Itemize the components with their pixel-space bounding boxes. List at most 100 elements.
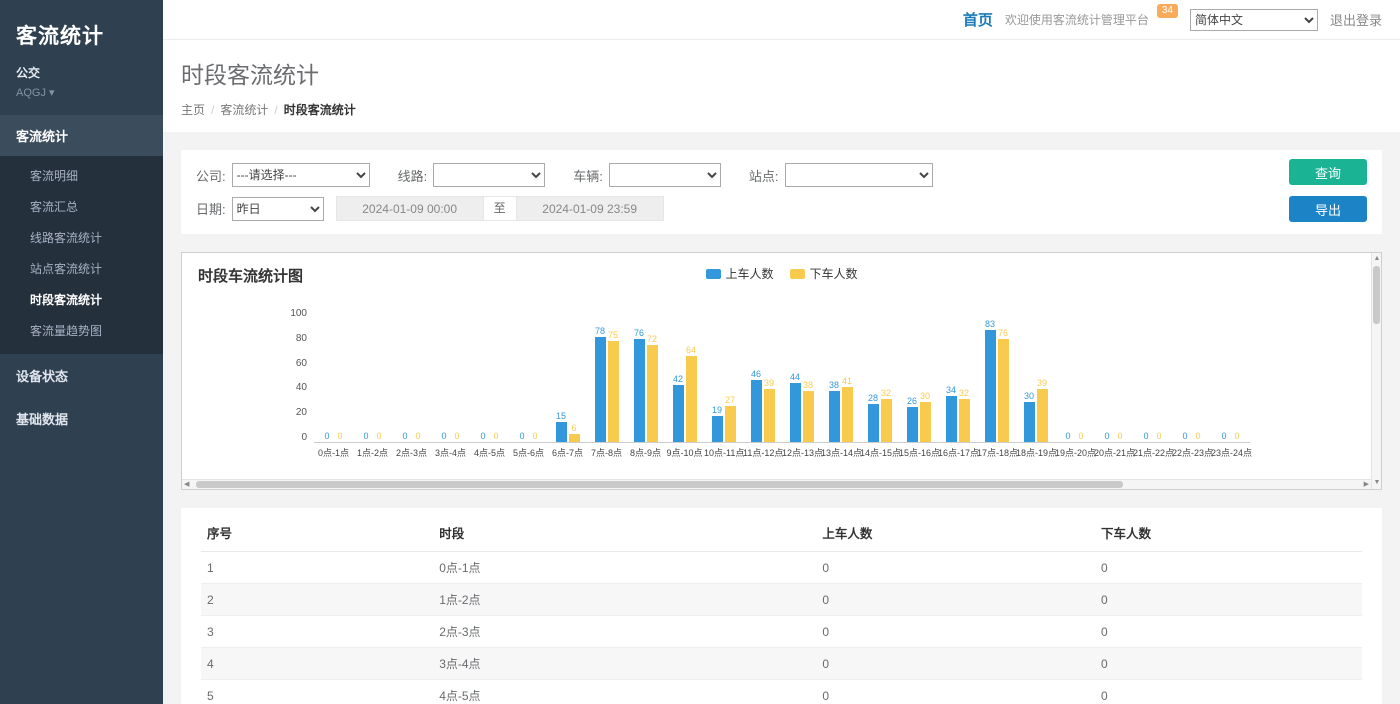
org-code-dropdown[interactable]: AQGJ ▾ xyxy=(16,86,147,99)
bar-group: 4264 xyxy=(665,307,704,442)
bar-value-label: 0 xyxy=(441,431,446,442)
sidebar: 客流统计 公交 AQGJ ▾ 客流统计 客流明细 客流汇总 线路客流统计 站点客… xyxy=(0,0,163,704)
x-axis-label: 19点-20点 xyxy=(1055,446,1094,459)
bar xyxy=(920,402,931,443)
table-header-cell: 下车人数 xyxy=(1095,514,1362,552)
bar-column: 0 xyxy=(1063,431,1074,442)
vertical-scroll-thumb[interactable] xyxy=(1373,266,1380,324)
table-cell: 0 xyxy=(1095,552,1362,584)
bar-value-label: 39 xyxy=(764,378,774,389)
sidebar-item-trend-chart[interactable]: 客流量趋势图 xyxy=(0,315,163,346)
home-link[interactable]: 首页 xyxy=(963,9,993,30)
breadcrumb-parent[interactable]: 客流统计 xyxy=(220,103,268,117)
table-header-row: 序号时段上车人数下车人数 xyxy=(201,514,1362,552)
bar-value-label: 6 xyxy=(571,423,576,434)
x-axis-label: 0点-1点 xyxy=(314,446,353,459)
export-button[interactable]: 导出 xyxy=(1289,196,1367,222)
y-axis-label: 80 xyxy=(296,333,307,344)
y-axis: 100806040200 xyxy=(278,308,314,443)
bar-value-label: 28 xyxy=(868,393,878,404)
horizontal-scroll-thumb[interactable] xyxy=(196,481,1123,488)
sidebar-item-flow-detail[interactable]: 客流明细 xyxy=(0,160,163,191)
table-cell: 0 xyxy=(1095,680,1362,704)
bar-group: 00 xyxy=(1133,307,1172,442)
table-cell: 1点-2点 xyxy=(433,584,816,616)
passenger-stats-submenu: 客流明细 客流汇总 线路客流统计 站点客流统计 时段客流统计 客流量趋势图 xyxy=(0,156,163,354)
bar-value-label: 0 xyxy=(1221,431,1226,442)
bar-value-label: 0 xyxy=(1234,431,1239,442)
bar-column: 0 xyxy=(439,431,450,442)
bar-plot: 0000000000001567875767242641927463944383… xyxy=(314,308,1250,459)
breadcrumb-separator: / xyxy=(211,103,214,117)
page-title: 时段客流统计 xyxy=(181,56,1382,90)
date-preset-select[interactable]: 昨日 xyxy=(232,197,324,221)
notification-badge[interactable]: 34 xyxy=(1157,4,1178,18)
bar-value-label: 39 xyxy=(1037,378,1047,389)
bar-column: 19 xyxy=(712,405,723,442)
sidebar-item-line-stats[interactable]: 线路客流统计 xyxy=(0,222,163,253)
line-select[interactable] xyxy=(433,163,545,187)
bar-group: 00 xyxy=(470,307,509,442)
query-button[interactable]: 查询 xyxy=(1289,159,1367,185)
chevron-down-icon: ▾ xyxy=(49,87,55,99)
x-axis-label: 1点-2点 xyxy=(353,446,392,459)
bar-column: 0 xyxy=(1219,431,1230,442)
sidebar-item-period-stats[interactable]: 时段客流统计 xyxy=(0,284,163,315)
bar-group: 00 xyxy=(1172,307,1211,442)
sidebar-item-passenger-stats[interactable]: 客流统计 xyxy=(0,115,163,156)
bar-value-label: 0 xyxy=(324,431,329,442)
y-axis-label: 20 xyxy=(296,407,307,418)
table-row: 32点-3点00 xyxy=(201,616,1362,648)
logout-link[interactable]: 退出登录 xyxy=(1330,10,1382,29)
vehicle-select[interactable] xyxy=(609,163,721,187)
y-axis-label: 100 xyxy=(290,308,307,319)
company-select[interactable]: ---请选择--- xyxy=(232,163,370,187)
bar-value-label: 0 xyxy=(1156,431,1161,442)
bar xyxy=(907,407,918,442)
legend-item[interactable]: 下车人数 xyxy=(790,265,858,282)
breadcrumb: 主页/客流统计/时段客流统计 xyxy=(181,101,1382,118)
bar-group: 00 xyxy=(353,307,392,442)
bar xyxy=(959,399,970,442)
breadcrumb-home[interactable]: 主页 xyxy=(181,103,205,117)
bar xyxy=(829,391,840,442)
org-block: 公交 AQGJ ▾ xyxy=(0,54,163,115)
scroll-down-icon[interactable]: ▼ xyxy=(1372,477,1382,489)
sidebar-item-device-status[interactable]: 设备状态 xyxy=(0,354,163,397)
table-cell: 0 xyxy=(816,552,1095,584)
bar-group: 7875 xyxy=(587,307,626,442)
bar-column: 6 xyxy=(569,423,580,442)
bar-group: 156 xyxy=(548,307,587,442)
station-select[interactable] xyxy=(785,163,933,187)
table-row: 21点-2点00 xyxy=(201,584,1362,616)
bar-value-label: 44 xyxy=(790,372,800,383)
bar-column: 27 xyxy=(725,395,736,442)
bar-group: 4639 xyxy=(743,307,782,442)
bar-value-label: 75 xyxy=(608,330,618,341)
table-cell: 0 xyxy=(1095,584,1362,616)
bar xyxy=(595,337,606,442)
language-select[interactable]: 简体中文 xyxy=(1190,9,1318,31)
table-cell: 1 xyxy=(201,552,433,584)
bar-value-label: 19 xyxy=(712,405,722,416)
bar-column: 0 xyxy=(361,431,372,442)
bar-column: 42 xyxy=(673,374,684,442)
bar-column: 41 xyxy=(842,376,853,442)
sidebar-item-flow-summary[interactable]: 客流汇总 xyxy=(0,191,163,222)
scroll-left-icon[interactable]: ◀ xyxy=(184,480,189,490)
horizontal-scrollbar[interactable]: ◀ ▶ xyxy=(182,479,1371,489)
date-end-input[interactable] xyxy=(516,196,664,221)
x-axis-label: 8点-9点 xyxy=(626,446,665,459)
scroll-right-icon[interactable]: ▶ xyxy=(1364,480,1369,490)
bar-value-label: 0 xyxy=(532,431,537,442)
scroll-up-icon[interactable]: ▲ xyxy=(1372,253,1382,265)
sidebar-item-station-stats[interactable]: 站点客流统计 xyxy=(0,253,163,284)
date-start-input[interactable] xyxy=(336,196,484,221)
sidebar-item-base-data[interactable]: 基础数据 xyxy=(0,397,163,440)
action-buttons: 查询 导出 xyxy=(1289,159,1367,222)
vertical-scrollbar[interactable]: ▲ ▼ xyxy=(1371,253,1381,489)
bar-value-label: 34 xyxy=(946,385,956,396)
x-axis-label: 22点-23点 xyxy=(1172,446,1211,459)
legend-item[interactable]: 上车人数 xyxy=(705,265,773,282)
bar-column: 0 xyxy=(1076,431,1087,442)
